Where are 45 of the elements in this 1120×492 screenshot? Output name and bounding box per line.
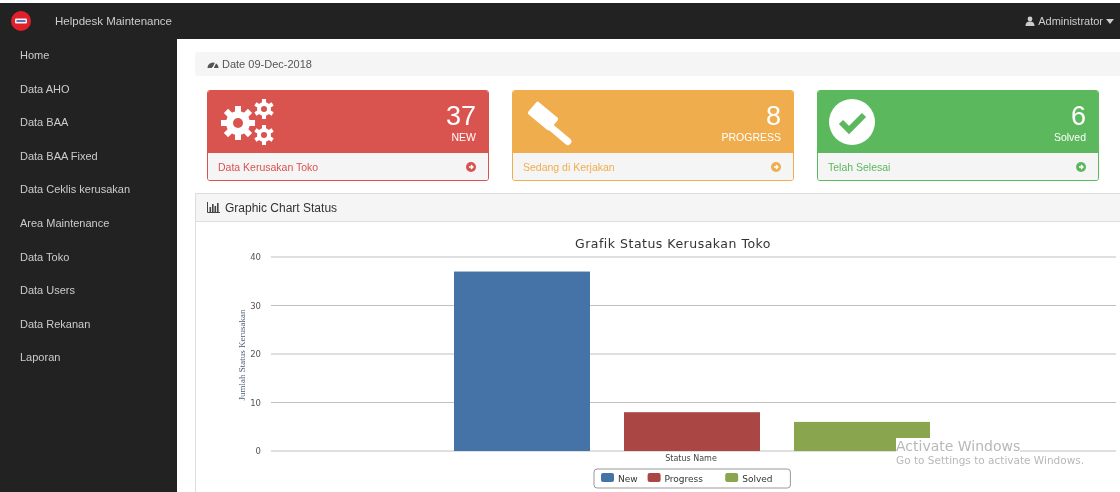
legend-label: New — [618, 474, 638, 484]
check-circle-icon — [828, 98, 876, 146]
legend-item[interactable]: Solved — [725, 473, 773, 484]
sidebar-item[interactable]: Data Ceklis kerusakan — [0, 181, 177, 215]
y-tick-label: 30 — [250, 300, 261, 311]
sidebar-item[interactable]: Data Toko — [0, 248, 177, 283]
y-tick-label: 0 — [255, 446, 261, 456]
y-tick-label: 40 — [250, 252, 261, 262]
sidebar-item[interactable]: Data Users — [0, 282, 177, 316]
arrow-circle-icon — [771, 161, 781, 172]
app-title[interactable]: Helpdesk Maintenance — [55, 15, 172, 27]
user-icon — [1025, 16, 1036, 26]
sidebar-item[interactable]: Home — [0, 47, 177, 81]
status-label: Solved — [1053, 131, 1086, 143]
sidebar-item[interactable]: Laporan — [0, 349, 177, 383]
y-tick-label: 20 — [250, 349, 261, 359]
count-number: 8 — [765, 101, 781, 131]
activation-text: Go to Settings to activate Windows. — [896, 454, 1085, 466]
bar-chart-icon — [207, 202, 220, 213]
arrow-circle-icon — [1076, 161, 1086, 172]
user-menu[interactable]: Administrator — [1025, 15, 1114, 27]
legend-label: Progress — [664, 474, 704, 484]
y-tick-label: 10 — [250, 397, 261, 408]
count-number: 37 — [445, 101, 476, 131]
legend-label: Solved — [742, 474, 773, 484]
sidebar-item[interactable]: Data Rekanan — [0, 315, 177, 350]
arrow-circle-icon — [466, 161, 476, 172]
panel-heading: Graphic Chart Status — [225, 200, 338, 215]
sidebar-item[interactable]: Data AHO — [0, 80, 177, 115]
caret-icon — [1106, 18, 1114, 24]
sidebar-item[interactable]: Data BAA Fixed — [0, 147, 177, 182]
legend-item[interactable]: Progress — [647, 473, 703, 484]
chart-title: Grafik Status Kerusakan Toko — [574, 236, 772, 251]
count-number: 6 — [1070, 101, 1086, 131]
date-text: Date 09-Dec-2018 — [222, 58, 312, 70]
sidebar-item[interactable]: Data BAA — [0, 114, 177, 148]
card-link[interactable]: Data Kerusakan Toko — [208, 153, 488, 180]
status-label: PROGRESS — [721, 131, 781, 143]
logo-icon — [11, 11, 31, 31]
y-axis-label: Jumlah Status Kerusakan — [237, 309, 247, 401]
activation-title: Activate Windows — [896, 438, 1021, 454]
sidebar-item[interactable]: Area Maintenance — [0, 214, 177, 249]
status-label: NEW — [451, 131, 476, 143]
x-category-label: Status Name — [665, 454, 717, 463]
legend-item[interactable]: New — [601, 473, 638, 484]
